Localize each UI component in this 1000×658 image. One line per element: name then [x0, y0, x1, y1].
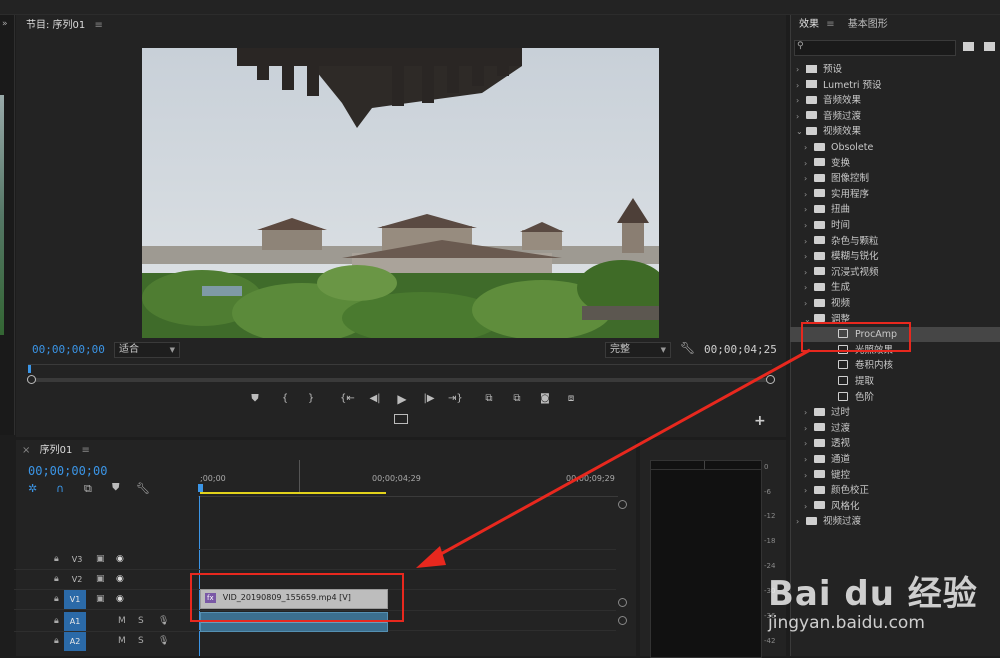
baidu-watermark: Bai du 经验 jingyan.baidu.com	[768, 566, 998, 652]
baidu-logo: Bai du 经验	[768, 574, 978, 614]
annotation-arrow	[416, 348, 811, 568]
baidu-url: jingyan.baidu.com	[768, 613, 925, 633]
